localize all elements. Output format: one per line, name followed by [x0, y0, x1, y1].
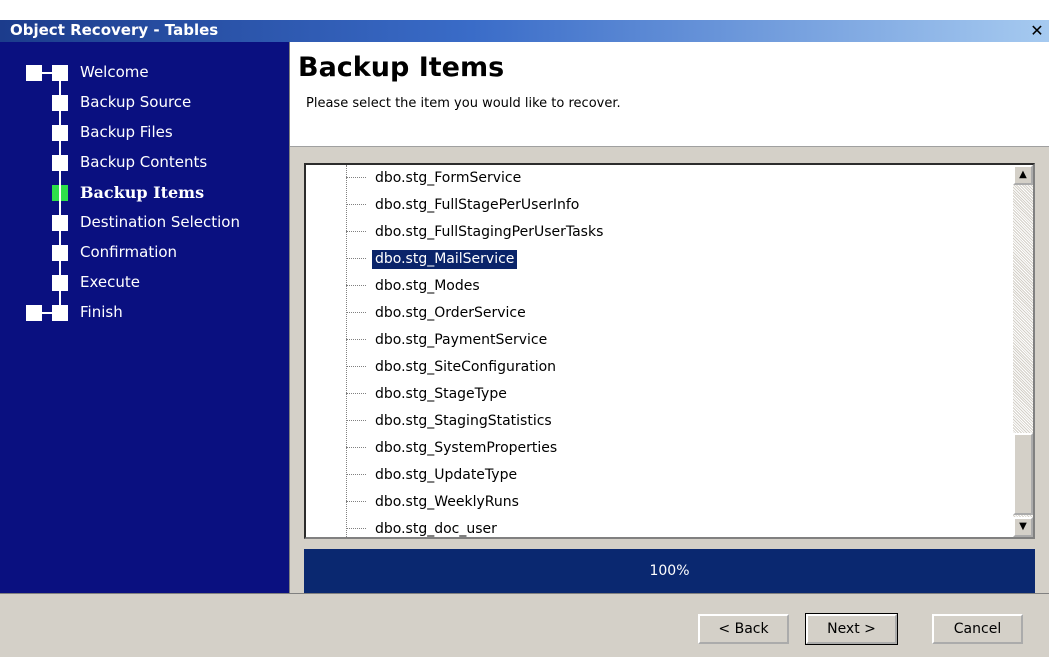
step-label: Execute [80, 273, 140, 291]
next-button[interactable]: Next > [805, 613, 898, 645]
tree-item[interactable]: dbo.stg_UpdateType [306, 462, 996, 489]
tree-item-label[interactable]: dbo.stg_FullStagingPerUserTasks [372, 223, 606, 242]
wizard-step-backup-files: Backup Files [0, 120, 289, 150]
tree-branch-line [346, 258, 366, 259]
tree-branch-line [346, 420, 366, 421]
scroll-down-arrow-icon[interactable]: ▼ [1013, 517, 1033, 537]
tree-item[interactable]: dbo.stg_StagingStatistics [306, 408, 996, 435]
tree-item-label[interactable]: dbo.stg_StagingStatistics [372, 412, 555, 431]
step-label: Backup Files [80, 123, 173, 141]
wizard-steps-panel: Welcome Backup Source Backup Files Backup C… [0, 42, 290, 593]
tree-item-label[interactable]: dbo.stg_FormService [372, 169, 524, 188]
window-titlebar: Object Recovery - Tables ✕ [0, 0, 1049, 42]
tree-branch-line [346, 177, 366, 178]
tree-item[interactable]: dbo.stg_PaymentService [306, 327, 996, 354]
node-connector-line [42, 72, 60, 74]
tree-branch-line [346, 366, 366, 367]
tree-item[interactable]: dbo.stg_doc_user [306, 516, 996, 537]
wizard-step-backup-source: Backup Source [0, 90, 289, 120]
wizard-step-execute: Execute [0, 270, 289, 300]
window-title: Object Recovery - Tables [10, 21, 219, 39]
progress-text: 100% [649, 563, 690, 579]
tree-item[interactable]: dbo.stg_SiteConfiguration [306, 354, 996, 381]
tree-branch-line [346, 474, 366, 475]
tree-branch-line [346, 312, 366, 313]
tree-item[interactable]: dbo.stg_SystemProperties [306, 435, 996, 462]
tree-item[interactable]: dbo.stg_StageType [306, 381, 996, 408]
tree-item-label[interactable]: dbo.stg_MailService [370, 249, 519, 270]
step-label: Backup Items [80, 183, 205, 202]
wizard-step-backup-items: Backup Items [0, 180, 289, 210]
steps-connector-line [59, 73, 61, 313]
tree-item[interactable]: dbo.stg_FormService [306, 165, 996, 192]
tree-item[interactable]: dbo.stg_FullStagingPerUserTasks [306, 219, 996, 246]
tree-branch-line [346, 447, 366, 448]
tree-item[interactable]: dbo.stg_FullStagePerUserInfo [306, 192, 996, 219]
tree-branch-line [346, 339, 366, 340]
wizard-footer: < Back Next > Cancel [0, 593, 1049, 657]
tree-item[interactable]: dbo.stg_WeeklyRuns [306, 489, 996, 516]
step-label: Backup Contents [80, 153, 208, 171]
tree-item-label[interactable]: dbo.stg_SiteConfiguration [372, 358, 559, 377]
step-label: Destination Selection [80, 213, 240, 231]
tree-item-label[interactable]: dbo.stg_StageType [372, 385, 510, 404]
wizard-step-confirmation: Confirmation [0, 240, 289, 270]
wizard-step-finish: Finish [0, 300, 289, 330]
page-title: Backup Items [298, 52, 505, 83]
main-content: dbo.stg_FormService dbo.stg_FullStagePerU… [290, 147, 1049, 593]
end-node-icon [26, 305, 42, 321]
tree-item-label[interactable]: dbo.stg_OrderService [372, 304, 529, 323]
tree-item-label[interactable]: dbo.stg_UpdateType [372, 466, 520, 485]
back-button[interactable]: < Back [698, 614, 789, 644]
page-subtitle: Please select the item you would like to… [306, 96, 621, 111]
tree-branch-line [346, 528, 366, 529]
tree-item-label[interactable]: dbo.stg_FullStagePerUserInfo [372, 196, 582, 215]
step-label: Confirmation [80, 243, 178, 261]
tree-branch-line [346, 501, 366, 502]
window-caption-bar: Object Recovery - Tables ✕ [0, 20, 1049, 42]
wizard-step-welcome: Welcome [0, 60, 289, 90]
tree-branch-line [346, 204, 366, 205]
tree-branch-line [346, 393, 366, 394]
step-label: Finish [80, 303, 123, 321]
vertical-scrollbar[interactable]: ▲ ▼ [1013, 165, 1033, 537]
tree-item[interactable]: dbo.stg_Modes [306, 273, 996, 300]
tree-item-label[interactable]: dbo.stg_SystemProperties [372, 439, 560, 458]
wizard-step-destination-selection: Destination Selection [0, 210, 289, 240]
tree-item[interactable]: dbo.stg_MailService [306, 246, 996, 273]
node-connector-line [42, 312, 60, 314]
tree-item-label[interactable]: dbo.stg_WeeklyRuns [372, 493, 522, 512]
step-label: Welcome [80, 63, 149, 81]
progress-bar: 100% [304, 549, 1035, 593]
scroll-up-arrow-icon[interactable]: ▲ [1013, 165, 1033, 185]
wizard-step-backup-contents: Backup Contents [0, 150, 289, 180]
cancel-button[interactable]: Cancel [932, 614, 1023, 644]
scrollbar-thumb[interactable] [1013, 433, 1033, 515]
tree-item-label[interactable]: dbo.stg_doc_user [372, 520, 500, 537]
start-node-icon [26, 65, 42, 81]
tree-item[interactable]: dbo.stg_OrderService [306, 300, 996, 327]
close-icon[interactable]: ✕ [1029, 23, 1045, 39]
tree-item-label[interactable]: dbo.stg_Modes [372, 277, 483, 296]
step-label: Backup Source [80, 93, 192, 111]
tree-branch-line [346, 285, 366, 286]
page-header: Backup Items Please select the item you … [290, 42, 1049, 147]
tree-item-label[interactable]: dbo.stg_PaymentService [372, 331, 550, 350]
tree-branch-line [346, 231, 366, 232]
backup-items-tree[interactable]: dbo.stg_FormService dbo.stg_FullStagePerU… [304, 163, 1035, 539]
